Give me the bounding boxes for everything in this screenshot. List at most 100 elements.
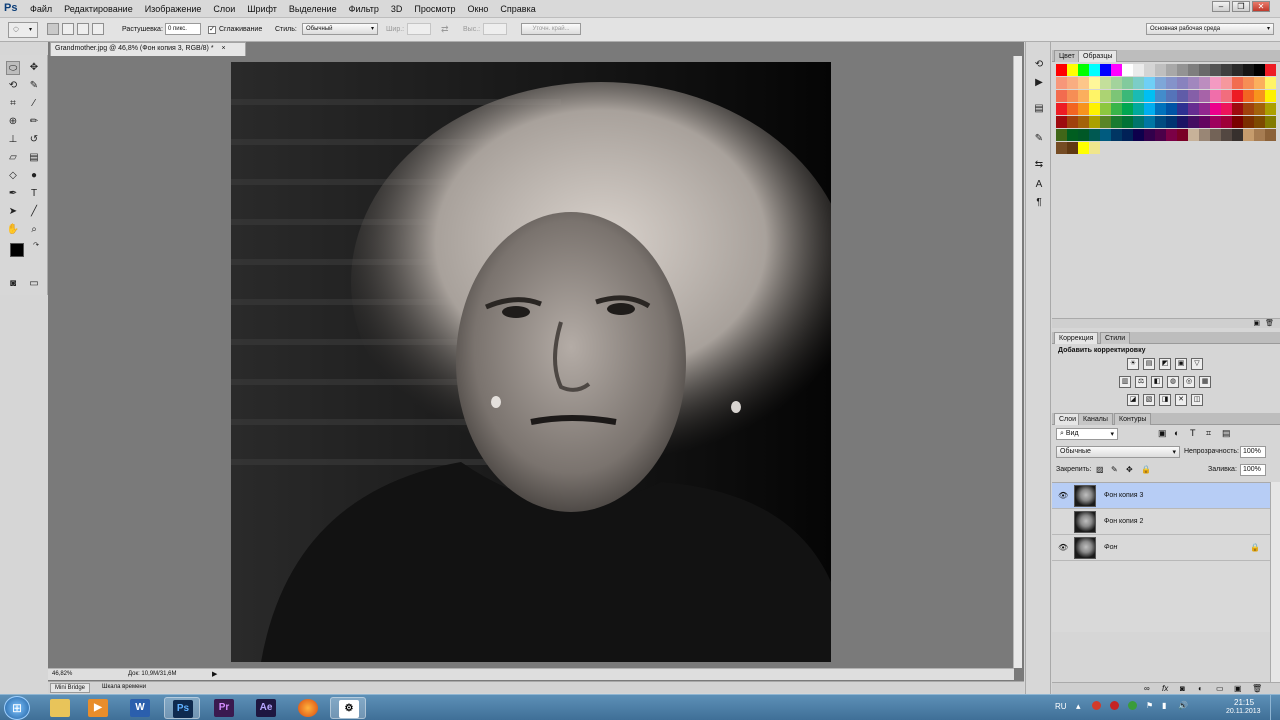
show-desktop-button[interactable] [1270, 695, 1280, 720]
color-swatch[interactable] [1221, 90, 1232, 102]
color-swatch[interactable] [1243, 116, 1254, 128]
color-swatch[interactable] [1089, 103, 1100, 115]
history-icon[interactable]: ⟲ [1032, 58, 1046, 72]
layer-row[interactable]: 👁 Фон 🔒 [1052, 535, 1270, 561]
taskbar-app-premiere[interactable]: Pr [206, 697, 242, 719]
mask-icon[interactable]: ◙ [1180, 684, 1185, 693]
language-indicator[interactable]: RU [1055, 702, 1067, 711]
color-swatch[interactable] [1100, 64, 1111, 76]
taskbar-app-media[interactable]: ▶ [80, 697, 116, 719]
curves-icon[interactable]: ◩ [1159, 358, 1171, 370]
adjustment-icon[interactable]: ◐ [1198, 684, 1203, 693]
screen-mode-icon[interactable]: ▭ [27, 277, 41, 291]
zoom-tool-icon[interactable]: ⌕ [27, 223, 41, 237]
tool-preset-picker[interactable]: ◌ ▾ [8, 22, 38, 38]
color-swatch[interactable] [1144, 90, 1155, 102]
taskbar-app-word[interactable]: W [122, 697, 158, 719]
color-swatch[interactable] [1177, 64, 1188, 76]
height-input[interactable] [483, 23, 507, 35]
lock-all-icon[interactable]: 🔒 [1141, 465, 1151, 474]
color-lookup-icon[interactable]: ▦ [1199, 376, 1211, 388]
color-swatch[interactable] [1232, 129, 1243, 141]
color-swatch[interactable] [1265, 64, 1276, 76]
color-swatch[interactable] [1199, 103, 1210, 115]
color-swatch[interactable] [1265, 103, 1276, 115]
folder-icon[interactable]: ▭ [1216, 684, 1224, 693]
menu-3d[interactable]: 3D [391, 4, 403, 14]
color-swatch[interactable] [1254, 64, 1265, 76]
color-swatch[interactable] [1111, 103, 1122, 115]
color-swatch[interactable] [1210, 103, 1221, 115]
color-swatch[interactable] [1210, 64, 1221, 76]
move-tool-icon[interactable]: ✥ [27, 61, 41, 75]
tab-color[interactable]: Цвет [1054, 50, 1080, 62]
lock-pixels-icon[interactable]: ✎ [1111, 465, 1118, 474]
color-swatch[interactable] [1100, 103, 1111, 115]
color-swatch[interactable] [1100, 116, 1111, 128]
layer-row[interactable]: 👁 Фон копия 3 [1052, 483, 1270, 509]
color-swatch[interactable] [1067, 103, 1078, 115]
document-info[interactable]: Док: 10,9M/31,6M [128, 671, 176, 677]
taskbar-app-photoshop[interactable]: Ps [164, 697, 200, 719]
tab-swatches[interactable]: Образцы [1078, 50, 1118, 62]
tool-presets-icon[interactable]: ⇆ [1032, 158, 1046, 172]
color-swatch[interactable] [1133, 129, 1144, 141]
filter-adjustment-icon[interactable]: ◐ [1174, 428, 1179, 438]
color-swatch[interactable] [1188, 90, 1199, 102]
color-swatch[interactable] [1243, 129, 1254, 141]
crop-tool-icon[interactable]: ⌗ [6, 97, 20, 111]
menu-view[interactable]: Просмотр [414, 4, 455, 14]
visibility-toggle[interactable] [1058, 517, 1068, 527]
taskbar-app-after-effects[interactable]: Ae [248, 697, 284, 719]
black-white-icon[interactable]: ◧ [1151, 376, 1163, 388]
color-swatch[interactable] [1089, 142, 1100, 154]
color-swatch[interactable] [1232, 77, 1243, 89]
color-swatch[interactable] [1265, 77, 1276, 89]
color-swatch[interactable] [1056, 90, 1067, 102]
color-swatch[interactable] [1067, 129, 1078, 141]
posterize-icon[interactable]: ▧ [1143, 394, 1155, 406]
color-swatch[interactable] [1111, 77, 1122, 89]
healing-brush-tool-icon[interactable]: ⊕ [6, 115, 20, 129]
color-swatch[interactable] [1056, 64, 1067, 76]
color-balance-icon[interactable]: ⚖ [1135, 376, 1147, 388]
color-swatch[interactable] [1144, 116, 1155, 128]
color-swatch[interactable] [1067, 116, 1078, 128]
color-swatch[interactable] [1144, 77, 1155, 89]
color-swatch[interactable] [1199, 129, 1210, 141]
selective-color-icon[interactable]: ✕ [1175, 394, 1187, 406]
vibrance-icon[interactable]: ▽ [1191, 358, 1203, 370]
history-brush-tool-icon[interactable]: ↺ [27, 133, 41, 147]
color-swatch[interactable] [1100, 90, 1111, 102]
zoom-level[interactable]: 46,82% [52, 671, 72, 677]
color-swatch[interactable] [1254, 77, 1265, 89]
feather-input[interactable]: 0 пикс. [165, 23, 201, 35]
color-swatch[interactable] [1210, 77, 1221, 89]
taskbar-app-other[interactable]: ⚙ [330, 697, 366, 719]
color-swatch[interactable] [1144, 64, 1155, 76]
color-swatch[interactable] [1199, 64, 1210, 76]
color-swatch[interactable] [1056, 116, 1067, 128]
antialias-checkbox[interactable]: ✓ [208, 26, 216, 34]
brush-presets-icon[interactable]: ✎ [1032, 132, 1046, 146]
color-swatch[interactable] [1056, 129, 1067, 141]
new-layer-icon[interactable]: ▣ [1234, 684, 1242, 693]
actions-icon[interactable]: ▶ [1032, 76, 1046, 90]
play-arrow-icon[interactable]: ▶ [212, 670, 217, 678]
color-swatch[interactable] [1155, 103, 1166, 115]
start-button[interactable]: ⊞ [4, 696, 30, 720]
menu-window[interactable]: Окно [467, 4, 488, 14]
color-swatch[interactable] [1067, 64, 1078, 76]
color-swatch[interactable] [1089, 129, 1100, 141]
eyedropper-tool-icon[interactable]: ⁄ [27, 97, 41, 111]
color-swatch[interactable] [1166, 90, 1177, 102]
levels-icon[interactable]: ▤ [1143, 358, 1155, 370]
tray-icon[interactable]: ▴ [1076, 701, 1081, 712]
color-swatch[interactable] [1155, 90, 1166, 102]
color-swatch[interactable] [1122, 103, 1133, 115]
color-swatch[interactable] [1067, 142, 1078, 154]
tab-mini-bridge[interactable]: Mini Bridge [50, 683, 91, 693]
lasso-tool-icon[interactable]: ⟲ [6, 79, 20, 93]
taskbar-app-firefox[interactable] [290, 697, 326, 719]
color-swatch[interactable] [1232, 103, 1243, 115]
